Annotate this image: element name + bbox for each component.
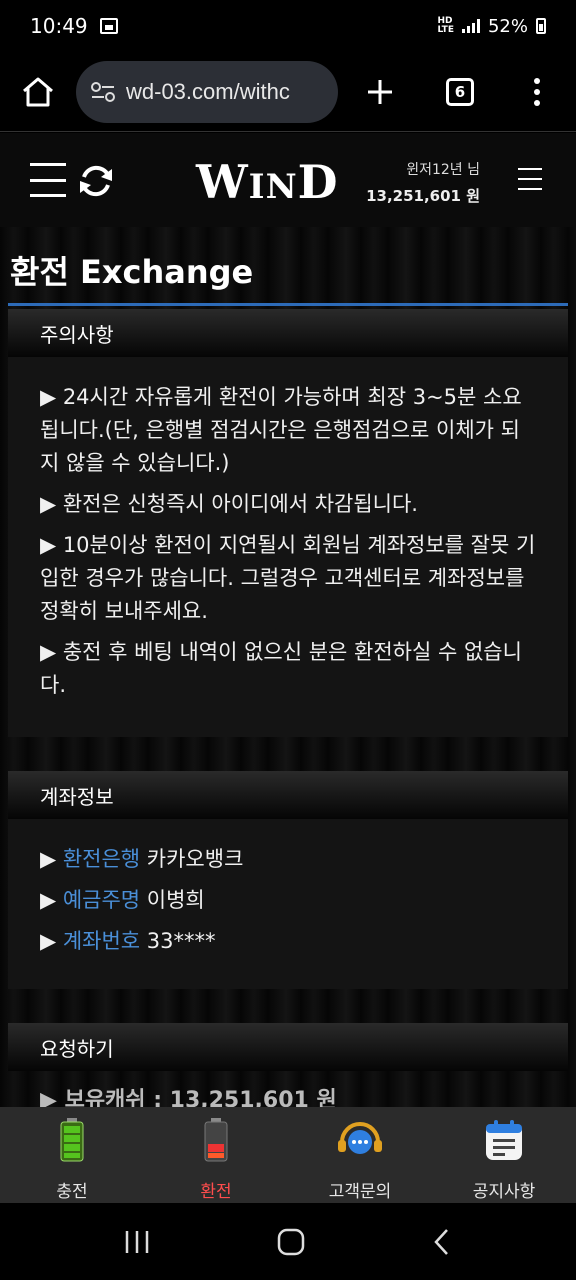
plus-icon [368,79,392,104]
notice-heading: 주의사항 [8,309,568,357]
home-icon [23,77,53,106]
account-body: ▶ 환전은행 카카오뱅크 ▶ 예금주명 이병희 ▶ 계좌번호 33**** [8,819,568,989]
headset-chat-icon [338,1122,382,1154]
request-heading: 요청하기 [8,1023,568,1071]
notepad-icon [486,1120,522,1160]
user-info: 윈저12년 님 13,251,601 원 [366,159,480,206]
nav-label: 환전 [200,1182,232,1202]
battery-low-icon [204,1118,228,1162]
site-header: WIND 윈저12년 님 13,251,601 원 [0,133,576,227]
gallery-notification-icon [99,18,118,34]
status-bar: 10:49 HD LTE 52% [0,0,576,52]
battery-full-icon [60,1118,84,1162]
battery-percent: 52% [487,15,528,37]
tab-count: 6 [446,77,474,106]
url-bar[interactable]: wd-03.com/withc [76,60,338,123]
status-time: 10:49 [30,14,88,38]
signal-icon [461,19,480,33]
status-right: HD LTE 52% [437,16,546,37]
side-menu-button[interactable] [30,163,66,197]
browser-toolbar: wd-03.com/withc 6 [0,52,576,132]
tab-switcher-button[interactable]: 6 [422,52,498,132]
battery-icon [536,18,546,34]
new-tab-button[interactable] [338,52,422,132]
refresh-icon[interactable] [76,161,116,201]
notice-line: ▶ 10분이상 환전이 지연될시 회원님 계좌정보를 잘못 기입한 경우가 많습… [40,533,536,623]
page-content: 환전 Exchange 주의사항 ▶ 24시간 자유롭게 환전이 가능하며 최장… [0,227,576,1107]
nav-item-notice[interactable]: 공지사항 [432,1107,576,1203]
url-text: wd-03.com/withc [126,78,290,104]
main-menu-button[interactable] [518,168,542,190]
account-row-bank: ▶ 환전은행 카카오뱅크 [40,847,244,871]
cash-balance-line: ▶ 보유캐쉬 : 13,251,601 원 [40,1088,337,1107]
page-title: 환전 Exchange [10,253,254,291]
user-balance: 13,251,601 원 [366,187,480,205]
nav-item-exchange[interactable]: 환전 [144,1107,288,1203]
nav-label: 충전 [56,1182,88,1202]
browser-menu-button[interactable] [498,52,576,132]
nav-item-support[interactable]: 고객문의 [288,1107,432,1203]
network-type-icon: HD LTE [437,16,454,35]
notice-line: ▶ 충전 후 베팅 내역이 없으신 분은 환전하실 수 없습니다. [40,640,522,697]
home-button[interactable] [0,52,76,132]
account-row-holder: ▶ 예금주명 이병희 [40,888,205,912]
nav-label: 고객문의 [328,1182,392,1202]
bottom-nav: 충전 환전 고객문의 공지사항 [0,1107,576,1203]
notice-body: ▶ 24시간 자유롭게 환전이 가능하며 최장 3~5분 소요됩니다.(단, 은… [8,357,568,737]
title-divider [8,303,568,306]
site-settings-icon [91,81,115,102]
site-logo[interactable]: WIND [196,155,339,209]
user-name: 윈저12년 님 [406,162,480,178]
notice-line: ▶ 환전은 신청즉시 아이디에서 차감됩니다. [40,492,418,516]
nav-item-deposit[interactable]: 충전 [0,1107,144,1203]
notice-line: ▶ 24시간 자유롭게 환전이 가능하며 최장 3~5분 소요됩니다.(단, 은… [40,385,522,475]
back-icon[interactable] [431,1228,453,1256]
account-heading: 계좌정보 [8,771,568,819]
home-nav-icon[interactable] [276,1227,306,1257]
recent-apps-icon[interactable] [123,1229,151,1255]
system-navigation-bar [0,1203,576,1280]
nav-label: 공지사항 [472,1182,536,1202]
account-row-number: ▶ 계좌번호 33**** [40,929,216,953]
